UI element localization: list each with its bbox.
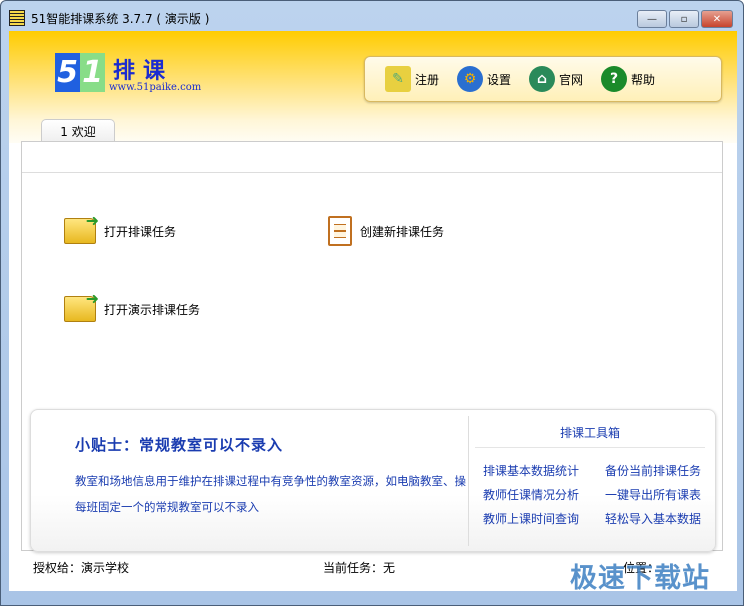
tip-text: 教室和场地信息用于维护在排课过程中有竞争性的教室资源，如电脑教室、操 每班固定一…	[75, 468, 485, 520]
website-button[interactable]: ⌂ 官网	[529, 66, 583, 92]
tip-box: 小贴士：常规教室可以不录入 教室和场地信息用于维护在排课过程中有竞争性的教室资源…	[30, 409, 716, 552]
window-title: 51智能排课系统 3.7.7 ( 演示版 )	[31, 11, 210, 26]
globe-home-icon: ⌂	[529, 66, 556, 92]
maximize-button[interactable]: ▫	[669, 10, 699, 28]
website-label: 官网	[559, 72, 584, 87]
help-icon: ?	[601, 66, 628, 92]
header-banner: 5 1 排课 www.51paike.com ✎ 注册 ⚙ 设置 ⌂ 官网 ? 帮助 1…	[9, 31, 737, 143]
toolbox-link-import[interactable]: 轻松导入基本数据	[605, 510, 713, 527]
help-label: 帮助	[631, 72, 656, 87]
tab-welcome[interactable]: 1 欢迎	[41, 119, 115, 143]
tip-title: 小贴士：常规教室可以不录入	[75, 436, 284, 454]
tip-line-1: 教室和场地信息用于维护在排课过程中有竞争性的教室资源，如电脑教室、操	[75, 474, 466, 488]
tip-line-2: 每班固定一个的常规教室可以不录入	[75, 500, 259, 514]
separator	[468, 416, 469, 546]
register-label: 注册	[415, 72, 440, 87]
register-button[interactable]: ✎ 注册	[385, 66, 439, 92]
minimize-button[interactable]: —	[637, 10, 667, 28]
open-demo-task-label: 打开演示排课任务	[104, 302, 201, 317]
settings-label: 设置	[487, 72, 512, 87]
watermark: 极速下载站	[570, 563, 710, 594]
logo-digit-5: 5	[55, 53, 80, 92]
open-demo-task-button[interactable]: ➜ 打开演示排课任务	[64, 289, 201, 322]
toolbox-title: 排课工具箱	[475, 424, 705, 448]
document-icon	[328, 216, 352, 246]
app-icon	[9, 10, 25, 26]
status-licensed: 授权给：演示学校	[33, 561, 130, 575]
toolbox-link-teacher-analysis[interactable]: 教师任课情况分析	[483, 486, 605, 503]
open-folder-icon: ➜	[64, 211, 99, 244]
logo-url: www.51paike.com	[109, 82, 202, 93]
open-demo-folder-icon: ➜	[64, 289, 99, 322]
toolbox-link-teacher-time[interactable]: 教师上课时间查询	[483, 510, 605, 527]
title-bar: 51智能排课系统 3.7.7 ( 演示版 )	[9, 7, 209, 29]
create-task-label: 创建新排课任务	[360, 224, 445, 239]
register-pen-icon: ✎	[385, 66, 411, 92]
logo: 5 1	[55, 53, 105, 92]
welcome-panel: ➜ 打开排课任务 创建新排课任务 ➜ 打开演示排课任务 小贴士：常规教室可以不录…	[21, 141, 723, 552]
logo-digit-1: 1	[80, 53, 105, 92]
divider	[22, 172, 722, 173]
toolbox-link-stats[interactable]: 排课基本数据统计	[483, 462, 605, 479]
close-button[interactable]: ✕	[701, 10, 733, 28]
app-window: 51智能排课系统 3.7.7 ( 演示版 ) — ▫ ✕ 5 1 排课 www.…	[0, 0, 744, 606]
toolbox-link-export[interactable]: 一键导出所有课表	[605, 486, 713, 503]
toolbox: 排课工具箱 排课基本数据统计 备份当前排课任务 教师任课情况分析 一键导出所有课…	[475, 424, 705, 527]
open-task-label: 打开排课任务	[104, 224, 177, 239]
status-task: 当前任务：无	[323, 561, 396, 575]
toolbox-link-backup[interactable]: 备份当前排课任务	[605, 462, 713, 479]
help-button[interactable]: ? 帮助	[601, 66, 655, 92]
settings-button[interactable]: ⚙ 设置	[457, 66, 511, 92]
client-area: 5 1 排课 www.51paike.com ✎ 注册 ⚙ 设置 ⌂ 官网 ? 帮助 1…	[9, 31, 737, 591]
open-task-button[interactable]: ➜ 打开排课任务	[64, 211, 177, 244]
logo-text: 排课	[113, 58, 174, 84]
create-task-button[interactable]: 创建新排课任务	[328, 216, 444, 246]
toolbar: ✎ 注册 ⚙ 设置 ⌂ 官网 ? 帮助	[364, 56, 722, 102]
gear-icon: ⚙	[457, 66, 484, 92]
